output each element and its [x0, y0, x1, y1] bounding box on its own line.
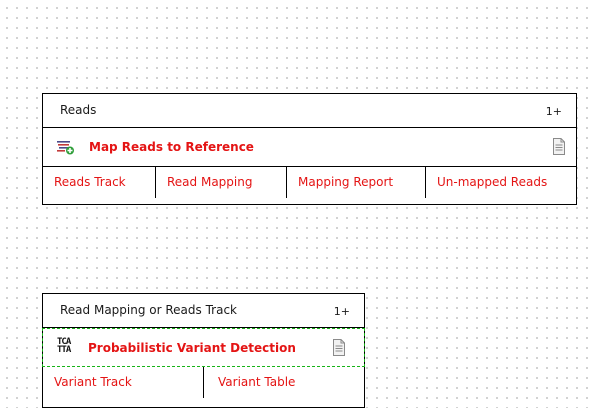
input-label: Reads [60, 103, 97, 117]
map-reads-icon [57, 141, 74, 155]
tool-row-selected[interactable]: TCA TTA Probabilistic Variant Detection [42, 328, 365, 367]
input-header[interactable]: Read Mapping or Reads Track 1+ [43, 294, 364, 328]
output-variant-table[interactable]: Variant Table [204, 367, 364, 398]
output-row: Reads Track Read Mapping Mapping Report … [43, 167, 576, 198]
tool-name: Map Reads to Reference [89, 140, 254, 154]
icon-text-bottom: TTA [57, 345, 71, 355]
input-label: Read Mapping or Reads Track [60, 303, 237, 317]
multiplicity-label: 1+ [333, 305, 350, 318]
output-mapping-report[interactable]: Mapping Report [287, 167, 426, 198]
output-read-mapping[interactable]: Read Mapping [156, 167, 287, 198]
workflow-element-map-reads[interactable]: Reads 1+ Map Reads to Reference Reads Tr… [42, 93, 577, 205]
input-header[interactable]: Reads 1+ [43, 94, 576, 128]
workflow-element-variant-detection[interactable]: Read Mapping or Reads Track 1+ TCA TTA P… [42, 293, 365, 408]
document-icon[interactable] [552, 138, 566, 155]
tool-name: Probabilistic Variant Detection [88, 341, 296, 355]
output-reads-track[interactable]: Reads Track [43, 167, 156, 198]
output-unmapped-reads[interactable]: Un-mapped Reads [426, 167, 576, 198]
output-row: Variant Track Variant Table [43, 367, 364, 398]
multiplicity-label: 1+ [545, 105, 562, 118]
document-icon[interactable] [332, 339, 346, 356]
variant-detection-icon: TCA TTA [57, 338, 71, 355]
tool-row[interactable]: Map Reads to Reference [43, 128, 576, 167]
output-variant-track[interactable]: Variant Track [43, 367, 204, 398]
